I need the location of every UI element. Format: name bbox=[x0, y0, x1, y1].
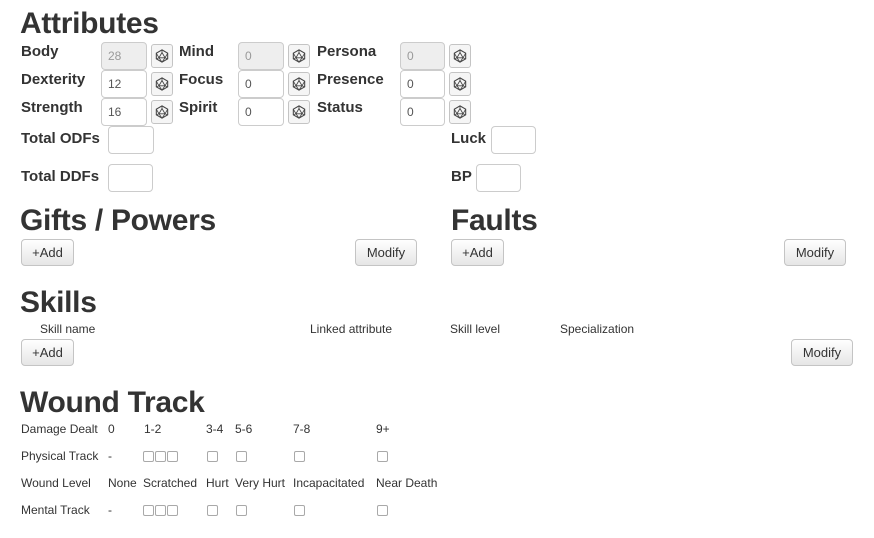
wound-level-value: Incapacitated bbox=[293, 476, 365, 490]
wound-level-value: Scratched bbox=[143, 476, 198, 490]
physical-checkbox[interactable] bbox=[167, 451, 178, 462]
faults-modify-button[interactable]: Modify bbox=[784, 239, 846, 266]
mind-input[interactable] bbox=[238, 42, 284, 70]
spirit-input[interactable] bbox=[238, 98, 284, 126]
mental-track-dash: - bbox=[108, 503, 112, 517]
presence-input[interactable] bbox=[400, 70, 445, 98]
damage-dealt-label: Damage Dealt bbox=[21, 422, 98, 436]
skills-column-header: Skill level bbox=[450, 322, 501, 336]
dice-icon bbox=[155, 77, 169, 91]
wound-level-value: Near Death bbox=[376, 476, 438, 490]
dice-icon bbox=[453, 105, 467, 119]
physical-checkbox[interactable] bbox=[155, 451, 166, 462]
presence-dice-button[interactable] bbox=[449, 72, 471, 96]
mental-checkbox[interactable] bbox=[207, 505, 218, 516]
physical-track-dash: - bbox=[108, 449, 112, 463]
bp-label: BP bbox=[451, 168, 472, 185]
wound-level-value: Very Hurt bbox=[235, 476, 286, 490]
faults-title: Faults bbox=[451, 204, 538, 237]
mental-checkbox[interactable] bbox=[167, 505, 178, 516]
focus-label: Focus bbox=[179, 71, 224, 88]
dice-icon bbox=[292, 77, 306, 91]
dice-icon bbox=[453, 49, 467, 63]
physical-checkbox[interactable] bbox=[236, 451, 247, 462]
gifts-add-button[interactable]: +Add bbox=[21, 239, 74, 266]
strength-label: Strength bbox=[21, 99, 83, 116]
total-ddfs-label: Total DDFs bbox=[21, 168, 100, 185]
mental-scratched-checkboxes bbox=[143, 505, 178, 516]
focus-input[interactable] bbox=[238, 70, 284, 98]
focus-dice-button[interactable] bbox=[288, 72, 310, 96]
total-odfs-input[interactable] bbox=[108, 126, 154, 154]
luck-label: Luck bbox=[451, 130, 487, 147]
dice-icon bbox=[292, 49, 306, 63]
damage-dealt-value: 3-4 bbox=[206, 422, 224, 436]
total-odfs-label: Total ODFs bbox=[21, 130, 100, 147]
mental-checkbox[interactable] bbox=[155, 505, 166, 516]
damage-dealt-value: 1-2 bbox=[144, 422, 162, 436]
damage-dealt-value: 7-8 bbox=[293, 422, 311, 436]
dice-icon bbox=[155, 105, 169, 119]
gifts-modify-button[interactable]: Modify bbox=[355, 239, 417, 266]
skills-column-header: Linked attribute bbox=[310, 322, 393, 336]
physical-checkbox[interactable] bbox=[377, 451, 388, 462]
persona-label: Persona bbox=[317, 43, 377, 60]
luck-input[interactable] bbox=[491, 126, 536, 154]
wound-level-label: Wound Level bbox=[21, 476, 91, 490]
mental-track-label: Mental Track bbox=[21, 503, 90, 517]
mental-checkbox[interactable] bbox=[377, 505, 388, 516]
physical-checkbox[interactable] bbox=[143, 451, 154, 462]
skills-column-header: Specialization bbox=[560, 322, 635, 336]
wound-track-title: Wound Track bbox=[20, 386, 205, 419]
skills-modify-button[interactable]: Modify bbox=[791, 339, 853, 366]
spirit-label: Spirit bbox=[179, 99, 218, 116]
dexterity-input[interactable] bbox=[101, 70, 147, 98]
status-input[interactable] bbox=[400, 98, 445, 126]
strength-dice-button[interactable] bbox=[151, 100, 173, 124]
dice-icon bbox=[453, 77, 467, 91]
skills-title: Skills bbox=[20, 286, 97, 319]
skills-add-button[interactable]: +Add bbox=[21, 339, 74, 366]
bp-input[interactable] bbox=[476, 164, 521, 192]
attributes-title: Attributes bbox=[20, 7, 159, 40]
mental-checkbox[interactable] bbox=[236, 505, 247, 516]
skills-column-header: Skill name bbox=[40, 322, 96, 336]
mind-label: Mind bbox=[179, 43, 214, 60]
body-dice-button[interactable] bbox=[151, 44, 173, 68]
dice-icon bbox=[155, 49, 169, 63]
damage-dealt-value: 0 bbox=[108, 422, 115, 436]
spirit-dice-button[interactable] bbox=[288, 100, 310, 124]
wound-level-value: None bbox=[108, 476, 137, 490]
total-ddfs-input[interactable] bbox=[108, 164, 153, 192]
mental-checkbox[interactable] bbox=[294, 505, 305, 516]
persona-dice-button[interactable] bbox=[449, 44, 471, 68]
strength-input[interactable] bbox=[101, 98, 147, 126]
wound-level-value: Hurt bbox=[206, 476, 229, 490]
gifts-powers-title: Gifts / Powers bbox=[20, 204, 216, 237]
physical-scratched-checkboxes bbox=[143, 451, 178, 462]
persona-input[interactable] bbox=[400, 42, 445, 70]
mental-checkbox[interactable] bbox=[143, 505, 154, 516]
damage-dealt-value: 5-6 bbox=[235, 422, 253, 436]
dexterity-label: Dexterity bbox=[21, 71, 86, 88]
damage-dealt-value: 9+ bbox=[376, 422, 390, 436]
body-label: Body bbox=[21, 43, 59, 60]
dice-icon bbox=[292, 105, 306, 119]
dexterity-dice-button[interactable] bbox=[151, 72, 173, 96]
physical-checkbox[interactable] bbox=[207, 451, 218, 462]
status-dice-button[interactable] bbox=[449, 100, 471, 124]
physical-track-label: Physical Track bbox=[21, 449, 99, 463]
faults-add-button[interactable]: +Add bbox=[451, 239, 504, 266]
presence-label: Presence bbox=[317, 71, 384, 88]
mind-dice-button[interactable] bbox=[288, 44, 310, 68]
physical-checkbox[interactable] bbox=[294, 451, 305, 462]
body-input[interactable] bbox=[101, 42, 147, 70]
status-label: Status bbox=[317, 99, 363, 116]
